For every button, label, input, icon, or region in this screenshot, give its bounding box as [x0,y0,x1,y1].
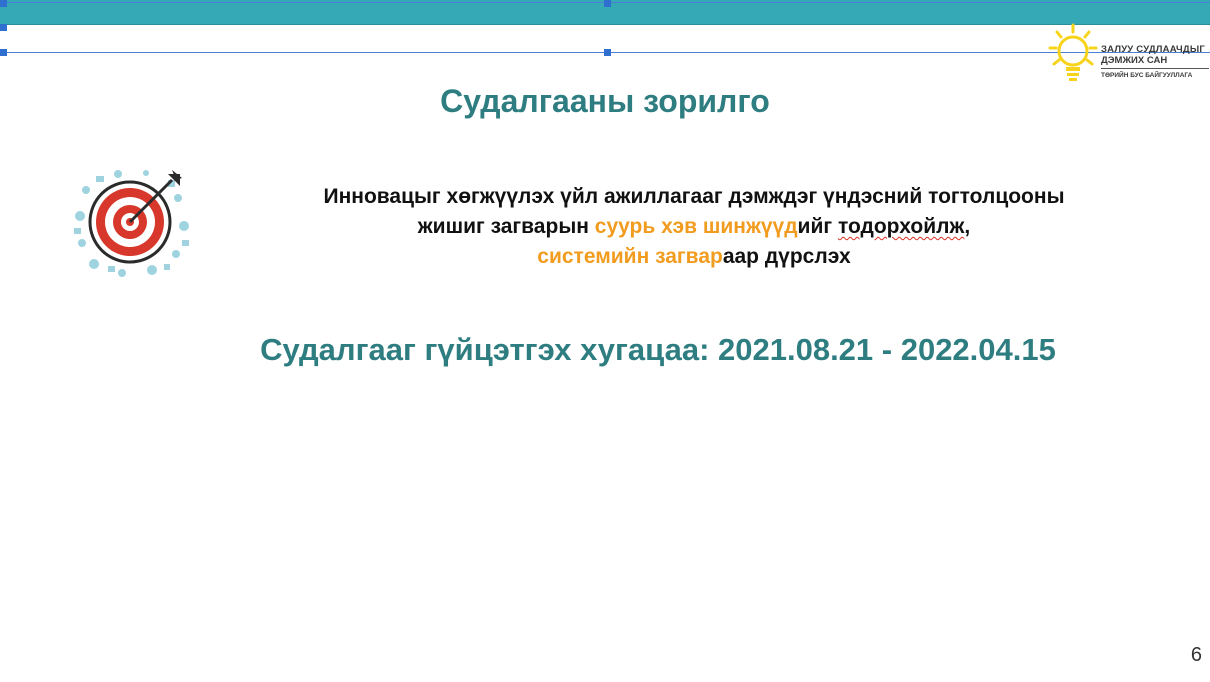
resize-handle-top-left[interactable] [0,0,7,7]
goal-line-2-comma: , [964,215,971,238]
logo-line-2: ДЭМЖИХ САН [1101,55,1168,66]
goal-line-2-suffix: ийг [797,215,838,238]
goal-line-2-start: жишиг загварын [417,215,595,238]
foundation-logo: ЗАЛУУ СУДЛААЧДЫГ ДЭМЖИХ САН ТӨРИЙН БУС Б… [1048,22,1210,84]
research-goal-text: Инновацыг хөгжүүлэх үйл ажиллагааг дэмжд… [230,182,1158,272]
logo-divider [1101,68,1209,69]
goal-highlight-characteristics: суурь хэв шинжүүд [594,215,798,238]
selected-placeholder-box[interactable] [0,2,1210,53]
target-icon [74,170,189,277]
sun-bulb-icon [1048,23,1098,81]
resize-handle-top-center[interactable] [604,0,611,7]
resize-handle-middle-left[interactable] [0,24,7,31]
research-period: Судалгааг гүйцэтгэх хугацаа: 2021.08.21 … [260,332,1056,367]
goal-line-2: жишиг загварын суурь хэв шинжүүдийг тодо… [230,212,1158,242]
goal-spellcheck-word: тодорхойлж [837,215,965,238]
logo-line-1: ЗАЛУУ СУДЛААЧДЫГ [1101,44,1205,55]
goal-line-1: Инновацыг хөгжүүлэх үйл ажиллагааг дэмжд… [323,185,1065,208]
goal-line-3-end: аар дүрслэх [722,245,851,268]
goal-highlight-system-model: системийн загвар [537,245,723,268]
slide-title: Судалгааны зорилго [440,83,770,119]
goal-line-3: системийн загвараар дүрслэх [230,242,1158,272]
resize-handle-bottom-left[interactable] [0,49,7,56]
logo-line-3: ТӨРИЙН БУС БАЙГУУЛЛАГА [1101,72,1193,79]
page-number: 6 [1190,644,1202,666]
resize-handle-bottom-center[interactable] [604,49,611,56]
